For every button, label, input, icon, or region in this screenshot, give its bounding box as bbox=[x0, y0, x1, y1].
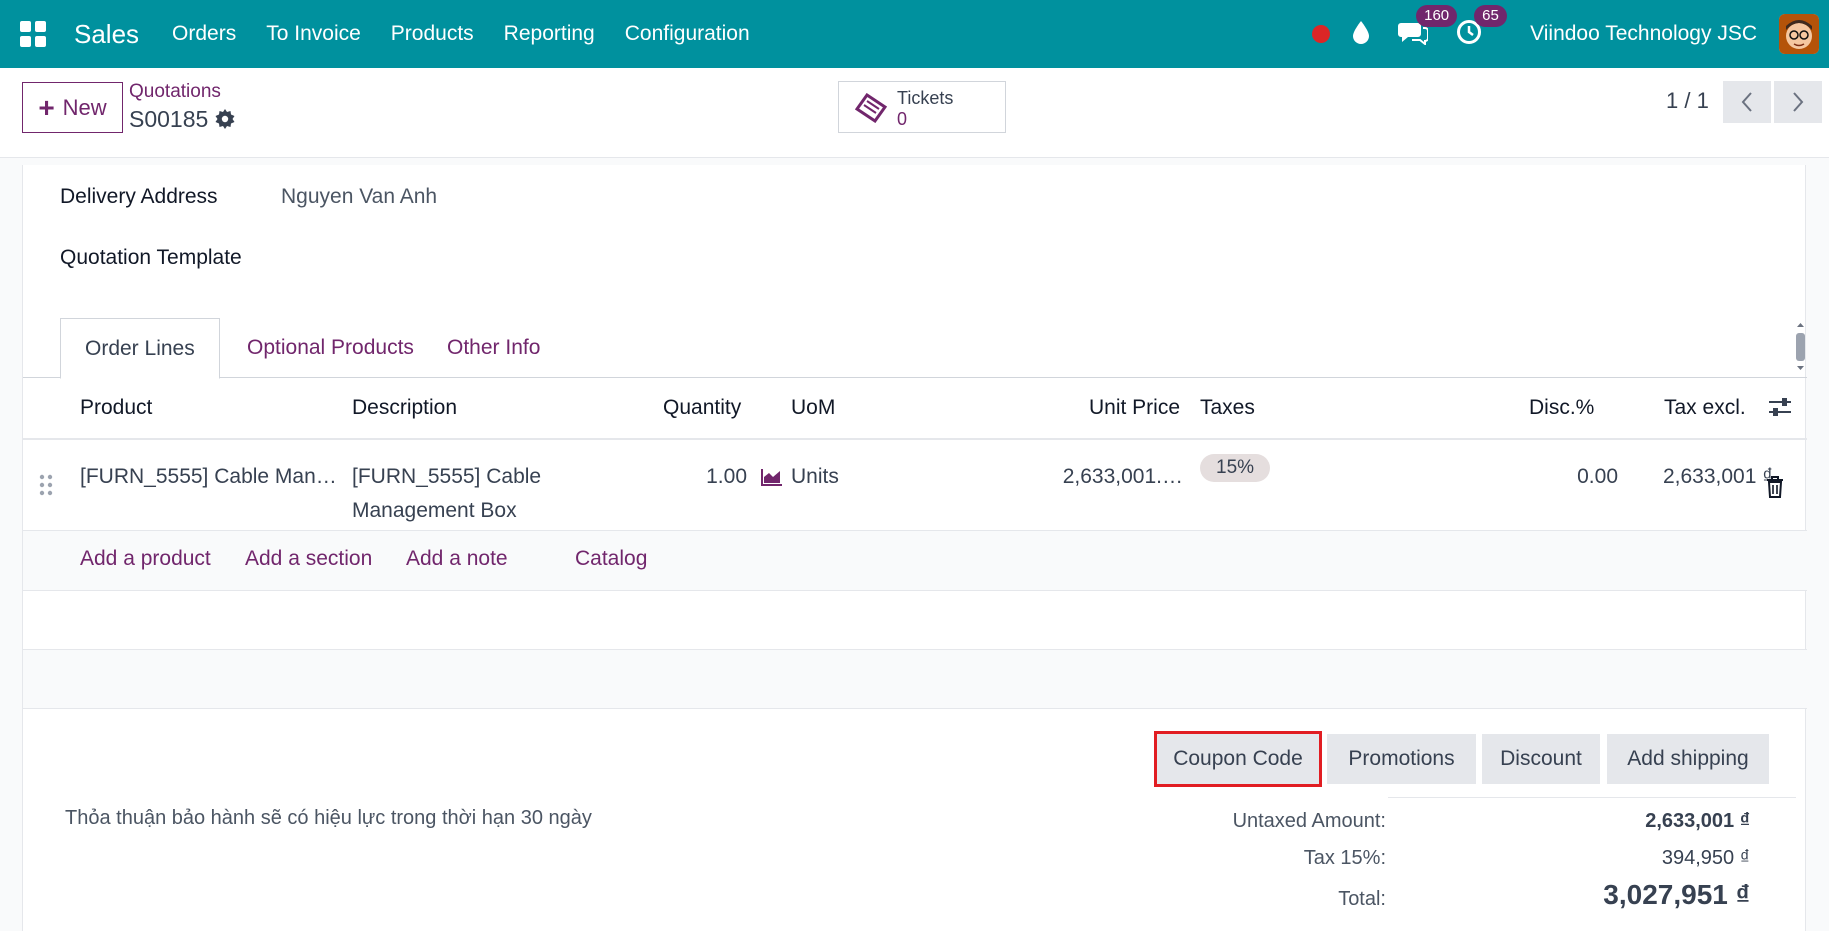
gear-icon[interactable] bbox=[215, 109, 235, 134]
scrollbar-thumb[interactable] bbox=[1796, 333, 1805, 361]
trash-icon[interactable] bbox=[1766, 476, 1784, 503]
table-row[interactable]: [FURN_5555] Cable Man… [FURN_5555] Cable… bbox=[23, 440, 1807, 531]
totals-divider bbox=[1388, 797, 1796, 798]
tab-other-info[interactable]: Other Info bbox=[423, 318, 564, 378]
quotation-template-label: Quotation Template bbox=[60, 246, 242, 269]
chevron-right-icon bbox=[1793, 92, 1804, 112]
ticket-icon bbox=[854, 92, 888, 128]
cell-subtotal: 2,633,001 ₫ bbox=[1662, 465, 1773, 488]
col-unit-price[interactable]: Unit Price bbox=[1089, 396, 1180, 420]
col-quantity[interactable]: Quantity bbox=[663, 396, 741, 420]
discount-button[interactable]: Discount bbox=[1482, 734, 1600, 784]
cell-quantity[interactable]: 1.00 bbox=[623, 460, 747, 494]
col-discount[interactable]: Disc.% bbox=[1529, 396, 1594, 420]
activities-icon[interactable]: 65 bbox=[1456, 4, 1507, 50]
empty-row bbox=[23, 650, 1807, 709]
company-switcher[interactable]: Viindoo Technology JSC bbox=[1530, 22, 1757, 46]
col-tax-excl[interactable]: Tax excl. bbox=[1664, 396, 1746, 420]
delivery-address-field[interactable]: Nguyen Van Anh bbox=[281, 185, 437, 209]
col-product[interactable]: Product bbox=[80, 396, 152, 420]
cell-description[interactable]: [FURN_5555] Cable Management Box bbox=[352, 460, 541, 528]
plus-icon: + bbox=[38, 91, 55, 123]
new-button[interactable]: + New bbox=[22, 82, 123, 133]
record-name: S00185 bbox=[129, 106, 209, 132]
drag-handle-icon[interactable] bbox=[39, 474, 53, 501]
form-sheet: Delivery Address Nguyen Van Anh Quotatio… bbox=[22, 165, 1807, 931]
tickets-smart-button[interactable]: Tickets 0 bbox=[838, 81, 1006, 133]
total-label: Total: bbox=[1338, 888, 1386, 910]
total-value: 3,027,951 ₫ bbox=[1603, 879, 1750, 910]
pager-value[interactable]: 1 / 1 bbox=[1666, 88, 1709, 114]
coupon-code-button[interactable]: Coupon Code bbox=[1154, 731, 1322, 787]
tickets-label: Tickets bbox=[897, 88, 954, 108]
cell-description-line-2: Management Box bbox=[352, 499, 517, 522]
add-note-link[interactable]: Add a note bbox=[406, 547, 508, 571]
menu-products[interactable]: Products bbox=[376, 22, 489, 46]
add-section-link[interactable]: Add a section bbox=[245, 547, 372, 571]
pager-previous-button[interactable] bbox=[1723, 81, 1771, 123]
breadcrumb-quotations[interactable]: Quotations bbox=[129, 81, 221, 103]
drop-icon[interactable] bbox=[1352, 20, 1370, 49]
table-header: Product Description Quantity UoM Unit Pr… bbox=[23, 378, 1807, 440]
terms-note[interactable]: Thỏa thuận bảo hành sẽ có hiệu lực trong… bbox=[65, 807, 592, 830]
cell-uom[interactable]: Units bbox=[791, 460, 839, 494]
menu-configuration[interactable]: Configuration bbox=[610, 22, 765, 46]
chevron-left-icon bbox=[1741, 92, 1752, 112]
forecast-chart-icon[interactable] bbox=[761, 468, 783, 491]
notebook-tabs: Order Lines Optional Products Other Info bbox=[23, 318, 1807, 379]
cell-description-line-1: [FURN_5555] Cable bbox=[352, 465, 542, 488]
scrollbar[interactable] bbox=[1794, 320, 1807, 373]
scroll-down-icon[interactable] bbox=[1794, 363, 1807, 373]
menu-to-invoice[interactable]: To Invoice bbox=[251, 22, 376, 46]
tab-optional-products[interactable]: Optional Products bbox=[223, 318, 438, 378]
menu-reporting[interactable]: Reporting bbox=[489, 22, 610, 46]
messages-badge: 160 bbox=[1416, 4, 1458, 27]
user-avatar[interactable] bbox=[1779, 14, 1819, 54]
add-product-link[interactable]: Add a product bbox=[80, 547, 211, 571]
add-shipping-button[interactable]: Add shipping bbox=[1607, 734, 1769, 784]
optional-columns-icon[interactable] bbox=[1768, 395, 1792, 424]
untaxed-amount-label: Untaxed Amount: bbox=[1232, 810, 1386, 832]
delivery-address-label: Delivery Address bbox=[60, 185, 218, 208]
col-taxes[interactable]: Taxes bbox=[1200, 396, 1255, 420]
cell-unit-price[interactable]: 2,633,001.… bbox=[1023, 460, 1183, 494]
app-name[interactable]: Sales bbox=[74, 19, 139, 50]
top-navbar: Sales Orders To Invoice Products Reporti… bbox=[0, 0, 1829, 68]
promotions-button[interactable]: Promotions bbox=[1327, 734, 1476, 784]
activities-badge: 65 bbox=[1474, 4, 1507, 27]
add-line-row: Add a product Add a section Add a note C… bbox=[23, 531, 1807, 591]
untaxed-amount-value: 2,633,001 ₫ bbox=[1645, 810, 1750, 832]
cell-product[interactable]: [FURN_5555] Cable Man… bbox=[80, 460, 337, 494]
tax-tag[interactable]: 15% bbox=[1200, 454, 1271, 482]
control-panel: + New Quotations S00185 Tickets 0 1 / 1 bbox=[0, 68, 1829, 158]
cell-discount[interactable]: 0.00 bbox=[1463, 460, 1618, 494]
quotation-template-field[interactable] bbox=[281, 243, 681, 273]
messages-icon[interactable]: 160 bbox=[1398, 4, 1458, 50]
app-menu-icon[interactable] bbox=[20, 21, 46, 47]
scroll-up-icon[interactable] bbox=[1794, 320, 1807, 330]
col-description[interactable]: Description bbox=[352, 396, 457, 420]
col-uom[interactable]: UoM bbox=[791, 396, 835, 420]
empty-row bbox=[23, 591, 1807, 650]
catalog-link[interactable]: Catalog bbox=[575, 547, 647, 571]
new-button-label: New bbox=[62, 94, 107, 120]
menu-orders[interactable]: Orders bbox=[157, 22, 251, 46]
record-icon[interactable] bbox=[1312, 25, 1331, 43]
tab-order-lines[interactable]: Order Lines bbox=[60, 318, 220, 379]
tax-value: 394,950 ₫ bbox=[1661, 847, 1750, 869]
tickets-count: 0 bbox=[897, 109, 908, 129]
pager-next-button[interactable] bbox=[1774, 81, 1822, 123]
tax-label: Tax 15%: bbox=[1303, 847, 1386, 869]
